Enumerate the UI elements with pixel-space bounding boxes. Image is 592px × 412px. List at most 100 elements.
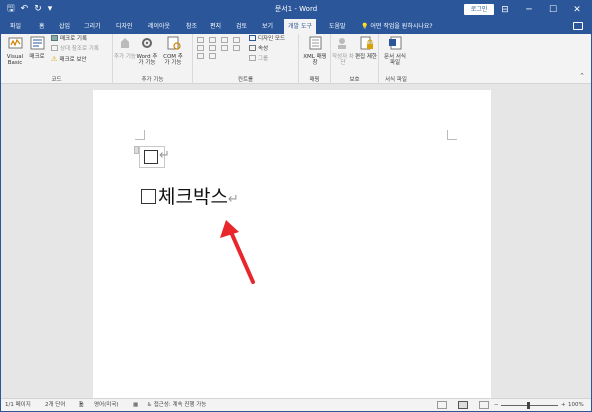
tab-developer[interactable]: 개발 도구 bbox=[284, 19, 316, 34]
zoom-level[interactable]: 100% bbox=[568, 399, 584, 411]
plain-text-control-icon[interactable] bbox=[209, 37, 216, 43]
document-template-icon bbox=[388, 36, 401, 50]
dropdown-control-icon[interactable] bbox=[221, 45, 228, 51]
xml-mapping-icon bbox=[309, 36, 321, 50]
word-count[interactable]: 2개 단어 bbox=[45, 399, 65, 411]
tell-me-text: 어떤 작업을 원하시나요? bbox=[370, 23, 433, 30]
checkbox-text-line[interactable]: 체크박스↵ bbox=[141, 182, 239, 209]
group-protect-label: 보호 bbox=[349, 77, 360, 83]
collapse-ribbon-icon[interactable]: ⌃ bbox=[579, 72, 585, 80]
paragraph-mark: ↵ bbox=[159, 148, 170, 163]
group-templates-label: 서식 파일 bbox=[385, 77, 407, 83]
page-count[interactable]: 1/1 페이지 bbox=[5, 399, 31, 411]
addins-icon bbox=[120, 38, 129, 48]
comments-icon[interactable] bbox=[573, 22, 583, 30]
tab-mailings[interactable]: 편지 bbox=[210, 19, 221, 34]
language-indicator[interactable]: 영어(미국) bbox=[94, 399, 119, 411]
combo-box-control-icon[interactable] bbox=[209, 45, 216, 51]
tab-insert[interactable]: 삽입 bbox=[59, 19, 70, 34]
window-controls: ⊟ ─ ☐ ✕ bbox=[493, 1, 589, 19]
group-icon bbox=[249, 55, 256, 61]
visual-basic-icon bbox=[8, 37, 22, 49]
proofing-icon[interactable]: 🗎 bbox=[79, 399, 83, 411]
com-addins-button[interactable]: COM 추가 기능 bbox=[161, 36, 185, 67]
record-macro-icon bbox=[51, 35, 58, 41]
checkbox-symbol bbox=[141, 189, 156, 204]
macro-button[interactable]: 매크로 bbox=[25, 36, 49, 60]
tab-review[interactable]: 검토 bbox=[236, 19, 247, 34]
restrict-editing-button[interactable]: 편집 제한 bbox=[354, 36, 378, 60]
gear-icon bbox=[141, 38, 152, 48]
design-mode-button[interactable]: 디자인 모드 bbox=[249, 35, 285, 44]
tab-design[interactable]: 디자인 bbox=[116, 19, 133, 34]
ribbon-tabs: 파일 홈 삽입 그리기 디자인 레이아웃 참조 편지 검토 보기 개발 도구 도… bbox=[1, 19, 591, 34]
record-macro-button[interactable]: 매크로 기록 bbox=[51, 35, 87, 44]
properties-icon bbox=[249, 45, 256, 51]
zoom-in-button[interactable]: + bbox=[561, 399, 566, 411]
tell-me-search[interactable]: 💡 어떤 작업을 원하시나요? bbox=[361, 19, 433, 34]
print-layout-icon[interactable] bbox=[458, 401, 468, 409]
properties-button[interactable]: 속성 bbox=[249, 45, 268, 54]
group-button[interactable]: 그룹 bbox=[249, 55, 268, 64]
group-controls: 디자인 모드 속성 그룹 컨트롤 bbox=[193, 34, 299, 84]
group-templates: 문서 서식 파일 서식 파일 bbox=[379, 34, 413, 84]
visual-basic-button[interactable]: Visual Basic bbox=[3, 36, 27, 67]
tab-references[interactable]: 참조 bbox=[186, 19, 197, 34]
annotation-arrow bbox=[220, 220, 255, 284]
lock-icon bbox=[360, 36, 373, 50]
zoom-slider-thumb[interactable] bbox=[527, 402, 530, 409]
addins-button[interactable]: 추가 기능 bbox=[113, 36, 137, 60]
tab-help[interactable]: 도움말 bbox=[329, 19, 346, 34]
group-code-label: 코드 bbox=[51, 77, 62, 83]
macro-icon bbox=[30, 36, 44, 50]
document-page[interactable]: ↵ 체크박스↵ bbox=[93, 90, 491, 400]
read-mode-icon[interactable] bbox=[437, 401, 447, 409]
group-protect: 작성자 차단 편집 제한 보호 bbox=[331, 34, 379, 84]
group-mapping-label: 매핑 bbox=[309, 77, 320, 83]
relative-reference-button[interactable]: 상대 참조로 기록 bbox=[51, 45, 99, 54]
tab-draw[interactable]: 그리기 bbox=[84, 19, 101, 34]
group-code: Visual Basic 매크로 매크로 기록 상대 참조로 기록 ⚠ 매크로 … bbox=[1, 34, 113, 84]
repeating-section-control-icon[interactable] bbox=[197, 53, 204, 59]
design-mode-icon bbox=[249, 35, 256, 41]
lightbulb-icon: 💡 bbox=[361, 23, 371, 30]
minimize-button[interactable]: ─ bbox=[517, 1, 541, 19]
tab-file[interactable]: 파일 bbox=[10, 19, 21, 34]
warning-icon: ⚠ bbox=[51, 55, 60, 63]
web-layout-icon[interactable] bbox=[479, 401, 489, 409]
accessibility-icon: ♿ bbox=[147, 402, 154, 408]
crop-mark-top-left bbox=[135, 130, 145, 140]
document-template-button[interactable]: 문서 서식 파일 bbox=[383, 36, 407, 67]
tab-view[interactable]: 보기 bbox=[262, 19, 273, 34]
checkbox-label: 체크박스 bbox=[158, 186, 228, 208]
macro-record-status-icon[interactable]: ▦ bbox=[133, 399, 138, 411]
block-authors-icon bbox=[337, 38, 346, 49]
com-addins-icon bbox=[167, 36, 181, 50]
legacy-tools-icon[interactable] bbox=[209, 53, 216, 59]
building-block-control-icon[interactable] bbox=[233, 37, 240, 43]
crop-mark-top-right bbox=[447, 130, 457, 140]
checkbox-control-icon[interactable] bbox=[197, 45, 204, 51]
xml-mapping-pane-button[interactable]: XML 매핑 창 bbox=[303, 36, 327, 67]
checkbox-control[interactable] bbox=[144, 150, 158, 164]
maximize-button[interactable]: ☐ bbox=[541, 1, 565, 19]
date-picker-control-icon[interactable] bbox=[233, 45, 240, 51]
word-window: 🖫 ↶ ↻ ▾ 문서1 - Word 로그인 ⊟ ─ ☐ ✕ 파일 홈 삽입 그… bbox=[0, 0, 592, 412]
tab-layout[interactable]: 레이아웃 bbox=[148, 19, 170, 34]
close-button[interactable]: ✕ bbox=[565, 1, 589, 19]
tab-home[interactable]: 홈 bbox=[39, 19, 45, 34]
ribbon-display-icon[interactable]: ⊟ bbox=[493, 1, 517, 19]
group-mapping: XML 매핑 창 매핑 bbox=[299, 34, 331, 84]
block-authors-button[interactable]: 작성자 차단 bbox=[331, 36, 355, 67]
rich-text-control-icon[interactable] bbox=[197, 37, 204, 43]
word-addins-button[interactable]: Word 추가 기능 bbox=[135, 36, 159, 67]
control-gallery bbox=[197, 37, 249, 59]
status-bar: 1/1 페이지 2개 단어 🗎 영어(미국) ▦ ♿ 접근성: 계속 진행 가능… bbox=[1, 398, 591, 411]
login-button[interactable]: 로그인 bbox=[464, 4, 494, 15]
relative-reference-icon bbox=[51, 45, 58, 51]
picture-control-icon[interactable] bbox=[221, 37, 228, 43]
macro-security-button[interactable]: ⚠ 매크로 보안 bbox=[51, 55, 87, 65]
group-addins: 추가 기능 Word 추가 기능 COM 추가 기능 추가 기능 bbox=[113, 34, 193, 84]
zoom-out-button[interactable]: − bbox=[494, 399, 499, 411]
accessibility-status[interactable]: ♿ 접근성: 계속 진행 가능 bbox=[147, 399, 206, 411]
